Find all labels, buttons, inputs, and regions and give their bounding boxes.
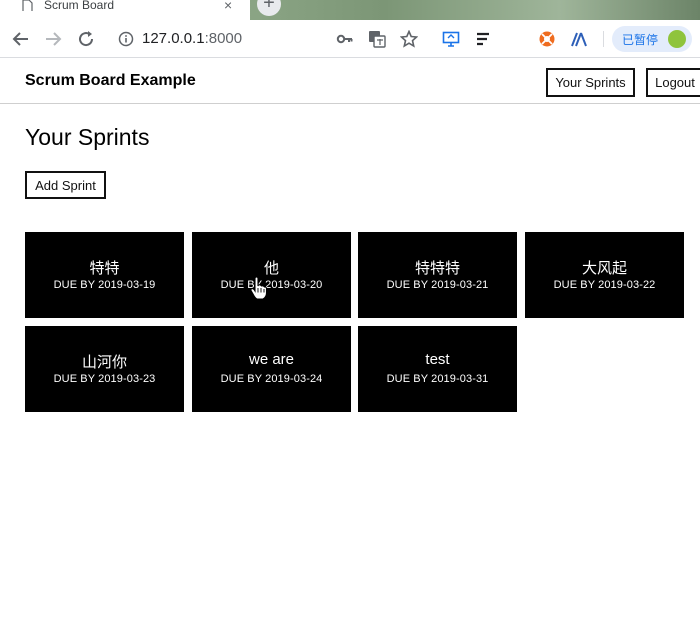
key-icon xyxy=(336,34,353,44)
sprint-name: test xyxy=(425,351,450,368)
star-icon xyxy=(400,30,418,48)
sprint-card[interactable]: 山河你 DUE BY 2019-03-23 xyxy=(25,326,184,412)
browser-tabstrip: Scrum Board × + xyxy=(0,0,700,20)
new-tab-button[interactable]: + xyxy=(257,0,281,16)
profile-avatar xyxy=(668,30,686,48)
lifebuoy-icon xyxy=(539,31,555,47)
hand-pointer-cursor-icon xyxy=(250,276,268,300)
sprint-due-date: DUE BY 2019-03-20 xyxy=(220,279,323,291)
sprint-card[interactable]: 特特特 DUE BY 2019-03-21 xyxy=(358,232,517,318)
reading-list-button[interactable] xyxy=(473,29,493,49)
address-bar[interactable]: 127.0.0.1:8000 xyxy=(142,30,242,47)
extension-blue-button[interactable] xyxy=(569,29,589,49)
site-info-button[interactable] xyxy=(116,29,136,49)
browser-toolbar: 127.0.0.1:8000 已暂停 xyxy=(0,20,700,58)
brand-title[interactable]: Scrum Board Example xyxy=(25,72,196,90)
sprint-due-date: DUE BY 2019-03-22 xyxy=(553,279,656,291)
sprint-name: 大风起 xyxy=(581,260,627,277)
sprint-name: 他 xyxy=(263,260,279,277)
sprint-due-date: DUE BY 2019-03-21 xyxy=(386,279,489,291)
profile-paused-button[interactable]: 已暂停 xyxy=(612,26,692,52)
translate-icon xyxy=(369,31,386,48)
tab-close-icon[interactable]: × xyxy=(224,0,232,13)
url-host: 127.0.0.1 xyxy=(142,30,205,47)
lambda-icon xyxy=(571,32,587,47)
arrow-left-icon xyxy=(12,32,28,46)
sprint-due-date: DUE BY 2019-03-24 xyxy=(220,373,323,385)
arrow-right-icon xyxy=(46,32,62,46)
text-lines-icon xyxy=(477,32,489,46)
reload-icon xyxy=(79,31,94,47)
sprint-name: 山河你 xyxy=(81,354,127,371)
sprint-due-date: DUE BY 2019-03-19 xyxy=(53,279,156,291)
app-header: Scrum Board Example Your Sprints Logout xyxy=(0,58,700,104)
document-icon xyxy=(22,0,33,11)
info-icon xyxy=(118,31,134,47)
reload-button[interactable] xyxy=(76,29,96,49)
toolbar-separator xyxy=(603,31,604,47)
extension-orange-button[interactable] xyxy=(537,29,557,49)
sprint-due-date: DUE BY 2019-03-23 xyxy=(53,373,156,385)
sprint-card[interactable]: test DUE BY 2019-03-31 xyxy=(358,326,517,412)
sprint-card[interactable]: we are DUE BY 2019-03-24 xyxy=(192,326,351,412)
logout-button[interactable]: Logout xyxy=(646,68,700,97)
password-key-button[interactable] xyxy=(335,29,355,49)
cast-button[interactable] xyxy=(441,29,461,49)
sprint-name: we are xyxy=(248,351,295,368)
page-title: Your Sprints xyxy=(25,124,150,150)
translate-button[interactable] xyxy=(367,29,387,49)
your-sprints-button[interactable]: Your Sprints xyxy=(546,68,635,97)
sprint-card[interactable]: 特特 DUE BY 2019-03-19 xyxy=(25,232,184,318)
sprint-card[interactable]: 他 DUE BY 2019-03-20 xyxy=(192,232,351,318)
sprint-name: 特特 xyxy=(89,260,120,277)
url-port: :8000 xyxy=(204,30,243,47)
back-button[interactable] xyxy=(11,29,31,49)
sprint-card[interactable]: 大风起 DUE BY 2019-03-22 xyxy=(525,232,684,318)
browser-tab[interactable]: Scrum Board × xyxy=(0,0,250,20)
sprint-name: 特特特 xyxy=(414,260,460,277)
paused-label: 已暂停 xyxy=(622,32,659,47)
cast-monitor-icon xyxy=(442,31,460,47)
bookmark-star-button[interactable] xyxy=(399,29,419,49)
sprint-due-date: DUE BY 2019-03-31 xyxy=(386,373,489,385)
forward-button[interactable] xyxy=(43,29,63,49)
add-sprint-button[interactable]: Add Sprint xyxy=(25,171,106,199)
tab-title: Scrum Board xyxy=(44,0,115,12)
